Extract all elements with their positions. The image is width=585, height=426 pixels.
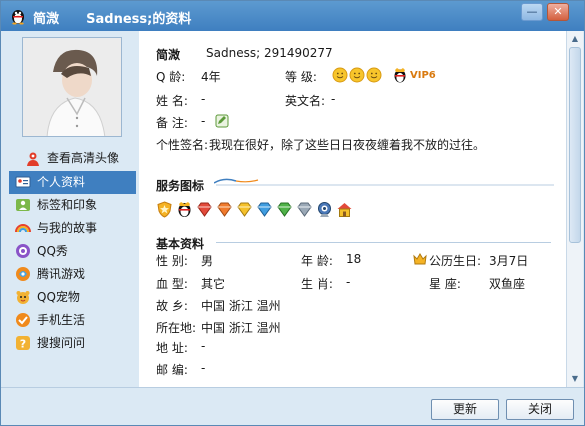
- english-name-label: 英文名:: [285, 94, 326, 108]
- sidebar-item-label: 腾讯游戏: [37, 267, 86, 281]
- sidebar-item-label: 与我的故事: [37, 221, 98, 235]
- edit-remark-icon[interactable]: [215, 114, 229, 128]
- sidebar-item-personal-info[interactable]: 个人资料: [9, 171, 136, 194]
- question-icon: ?: [16, 336, 30, 351]
- window-title: 简溦 Sadness;的资料: [33, 12, 192, 27]
- level-label: 等 级:: [285, 70, 317, 84]
- sidebar-item-label: QQ宠物: [37, 290, 80, 304]
- hd-avatar-icon: [27, 152, 39, 166]
- birthday-label: 公历生日:: [429, 254, 482, 268]
- vip-penguin-icon[interactable]: [392, 67, 408, 83]
- gender-label: 性 别:: [156, 254, 188, 268]
- qq-show-icon: [16, 244, 30, 258]
- sidebar-item-tags[interactable]: 标签和印象: [9, 194, 136, 217]
- basic-info-title: 基本资料: [156, 237, 205, 251]
- nickname: 简溦: [156, 48, 181, 62]
- close-window-button[interactable]: ✕: [547, 3, 569, 21]
- crown-icon: [413, 253, 427, 265]
- constellation-value: 双鱼座: [489, 277, 526, 291]
- hometown-label: 故 乡:: [156, 299, 188, 313]
- left-panel: 查看高清头像 个人资料 标签和印象 与我的故事 QQ秀 腾讯游戏 QQ宠物 手机…: [1, 31, 139, 387]
- sidebar-item-label: 标签和印象: [37, 198, 98, 212]
- blood-type-label: 血 型:: [156, 277, 188, 291]
- diamond-red2-icon[interactable]: [216, 201, 233, 218]
- sidebar-item-qq-pet[interactable]: QQ宠物: [9, 286, 136, 309]
- age-label: 年 龄:: [301, 254, 333, 268]
- basic-info-rule: [216, 242, 551, 243]
- webcam-badge-icon[interactable]: [316, 201, 333, 218]
- diamond-grey-icon[interactable]: [296, 201, 313, 218]
- sidebar-item-tencent-games[interactable]: 腾讯游戏: [9, 263, 136, 286]
- zip-label: 邮 编:: [156, 363, 188, 377]
- address-value: -: [201, 339, 206, 353]
- sidebar-item-soso-wenwen[interactable]: ? 搜搜问问: [9, 332, 136, 355]
- refresh-button[interactable]: 更新: [431, 399, 499, 420]
- rainbow-icon: [15, 224, 31, 233]
- scrollbar-thumb[interactable]: [569, 47, 581, 243]
- qq-number: Sadness; 291490277: [206, 46, 333, 60]
- close-button[interactable]: 关闭: [506, 399, 574, 420]
- id-card-icon: [15, 176, 31, 188]
- diamond-red-icon[interactable]: [196, 201, 213, 218]
- sidebar-item-qq-show[interactable]: QQ秀: [9, 240, 136, 263]
- english-name-value: -: [331, 92, 336, 106]
- level-sun-icons: [332, 67, 382, 83]
- name-label: 姓 名:: [156, 94, 188, 108]
- diamond-blue-icon[interactable]: [256, 201, 273, 218]
- remark-label: 备 注:: [156, 116, 188, 130]
- sidebar-item-mobile-life[interactable]: 手机生活: [9, 309, 136, 332]
- minimize-button[interactable]: —: [521, 3, 543, 21]
- location-label: 所在地:: [156, 321, 197, 335]
- check-mark-icon: [16, 313, 30, 327]
- sidebar-item-our-story[interactable]: 与我的故事: [9, 217, 136, 240]
- scroll-down-arrow-icon[interactable]: ▼: [569, 373, 581, 385]
- dialog-footer: 更新 关闭: [1, 387, 584, 425]
- remark-value: -: [201, 114, 206, 128]
- pet-icon: [16, 291, 30, 304]
- address-label: 地 址:: [156, 341, 188, 355]
- qq-penguin-badge-icon[interactable]: [176, 201, 193, 218]
- qage-value: 4年: [201, 70, 221, 84]
- qq-penguin-icon: [12, 10, 24, 25]
- view-hd-avatar-link[interactable]: 查看高清头像: [25, 149, 119, 167]
- diamond-green-icon[interactable]: [276, 201, 293, 218]
- service-section-rule: [214, 178, 554, 186]
- vip-level: VIP6: [410, 70, 436, 81]
- sidebar-item-label: QQ秀: [37, 244, 68, 258]
- sidebar-item-label: 搜搜问问: [37, 336, 86, 350]
- gender-value: 男: [201, 254, 214, 268]
- avatar[interactable]: [22, 37, 122, 137]
- diamond-yellow-icon[interactable]: [236, 201, 253, 218]
- qage-label: Q 龄:: [156, 70, 186, 84]
- birthday-value: 3月7日: [489, 254, 529, 268]
- service-icons-title: 服务图标: [156, 179, 205, 193]
- profile-window: 简溦 Sadness;的资料 — ✕ 查看高清头像 个人资料 标签和印象 与我的…: [0, 0, 585, 426]
- shield-badge-icon[interactable]: [156, 201, 173, 218]
- name-value: -: [201, 92, 206, 106]
- avatar-photo: [23, 38, 121, 136]
- scroll-up-arrow-icon[interactable]: ▲: [569, 33, 581, 45]
- sidebar-item-label: 个人资料: [37, 175, 86, 189]
- game-icon: [16, 267, 30, 281]
- tag-icon: [16, 199, 30, 211]
- view-hd-avatar-label: 查看高清头像: [47, 151, 120, 165]
- constellation-label: 星 座:: [429, 277, 461, 291]
- svg-text:?: ?: [20, 338, 26, 351]
- sidebar-item-label: 手机生活: [37, 313, 86, 327]
- zip-value: -: [201, 361, 206, 375]
- title-bar[interactable]: 简溦 Sadness;的资料 — ✕: [1, 1, 584, 31]
- location-value: 中国 浙江 温州: [201, 321, 281, 335]
- signature-label: 个性签名:: [156, 138, 209, 152]
- zodiac-label: 生 肖:: [301, 277, 333, 291]
- signature-value: 我现在很好，除了这些日日夜夜缠着我不放的过往。: [209, 138, 486, 152]
- age-value: 18: [346, 252, 362, 266]
- zodiac-value: -: [346, 275, 351, 289]
- hometown-value: 中国 浙江 温州: [201, 299, 281, 313]
- sidebar-nav: 个人资料 标签和印象 与我的故事 QQ秀 腾讯游戏 QQ宠物 手机生活 ? 搜搜…: [9, 171, 136, 355]
- blood-type-value: 其它: [201, 277, 226, 291]
- vertical-scrollbar[interactable]: ▲ ▼: [566, 31, 583, 387]
- profile-content[interactable]: 简溦 Sadness; 291490277 Q 龄: 4年 等 级: VIP6 …: [139, 31, 566, 387]
- house-badge-icon[interactable]: [336, 201, 353, 218]
